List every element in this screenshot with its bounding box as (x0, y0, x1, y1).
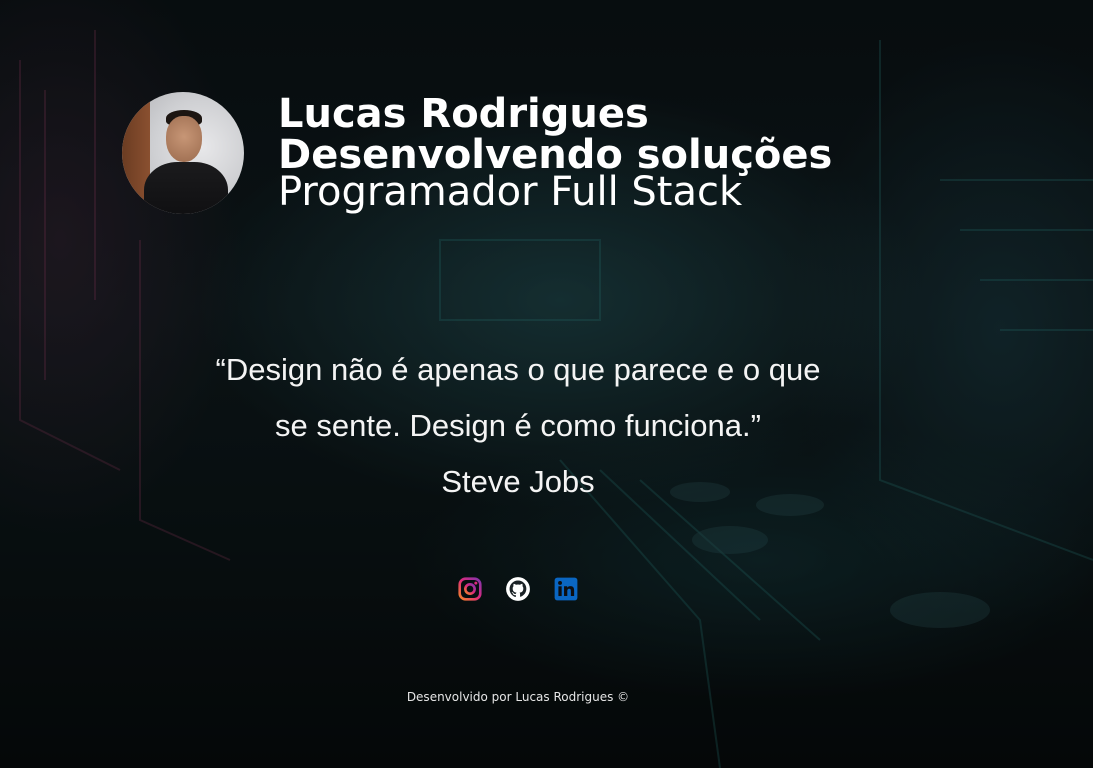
instagram-link[interactable] (457, 576, 483, 602)
quote-line-1: “Design não é apenas o que parece e o qu… (215, 352, 821, 387)
social-links (457, 576, 579, 602)
profile-header: Lucas Rodrigues Desenvolvendo soluções P… (122, 92, 832, 214)
quote-line-2: se sente. Design é como funciona.” (275, 408, 761, 443)
quote-author: Steve Jobs (441, 464, 595, 499)
linkedin-icon (554, 577, 578, 601)
linkedin-link[interactable] (553, 576, 579, 602)
profile-name: Lucas Rodrigues (278, 91, 649, 137)
instagram-icon (458, 577, 482, 601)
avatar (122, 92, 244, 214)
title-block: Lucas Rodrigues Desenvolvendo soluções P… (278, 94, 832, 213)
github-link[interactable] (505, 576, 531, 602)
github-icon (506, 577, 530, 601)
quote-block: “Design não é apenas o que parece e o qu… (160, 342, 876, 510)
footer-credit: Desenvolvido por Lucas Rodrigues © (406, 690, 630, 704)
profile-role: Programador Full Stack (278, 169, 743, 215)
